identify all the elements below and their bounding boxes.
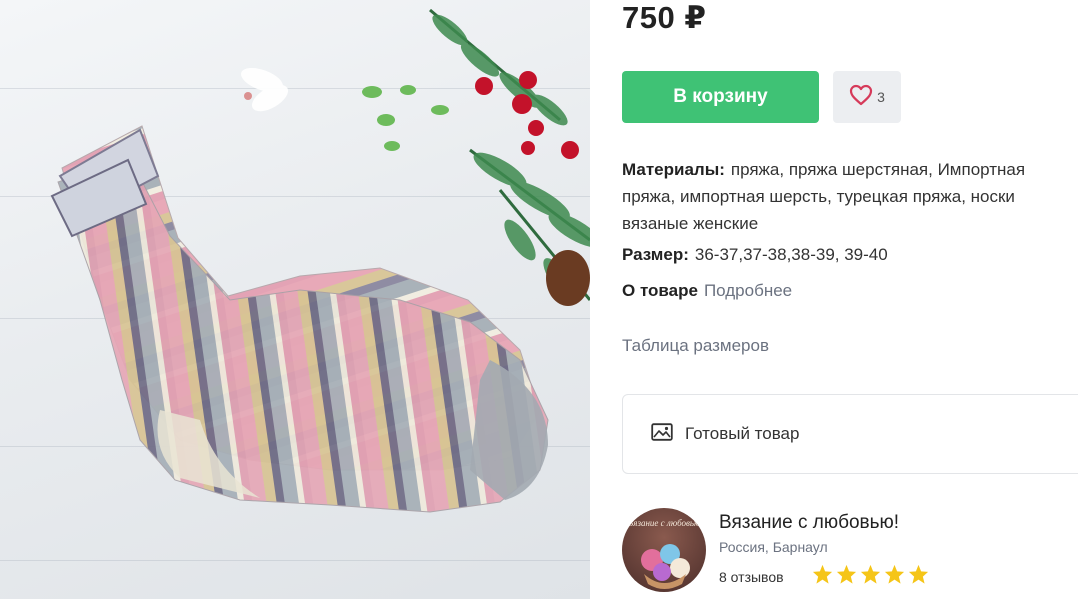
socks-illustration: [50, 8, 590, 513]
star-icon: [884, 564, 905, 584]
avatar-text: Вязание с любовью: [628, 518, 701, 528]
avatar[interactable]: Вязание с любовью: [622, 508, 706, 592]
add-to-cart-button[interactable]: В корзину: [622, 71, 819, 123]
pine-cone: [546, 250, 590, 306]
size-row: Размер: 36-37,37-38,38-39, 39-40: [622, 241, 1078, 268]
star-icon: [860, 564, 881, 584]
favorite-button[interactable]: 3: [833, 71, 901, 123]
product-info: 750 ₽ В корзину 3 Материалы: пряжа, пряжа…: [622, 0, 1078, 599]
star-icon: [812, 564, 833, 584]
ready-product-label: Готовый товар: [685, 424, 800, 443]
size-label: Размер:: [622, 245, 689, 264]
rating-stars: [812, 564, 929, 584]
about-more-link[interactable]: Подробнее: [704, 281, 792, 300]
about-row: О товаре Подробнее: [622, 277, 1078, 304]
seller-card: Вязание с любовью Вязание с любовью! Рос…: [622, 508, 1078, 599]
star-icon: [908, 564, 929, 584]
favorites-count: 3: [877, 89, 885, 105]
size-value: 36-37,37-38,38-39, 39-40: [694, 245, 888, 264]
sock-toe: [470, 360, 548, 500]
ready-product-box: Готовый товар: [622, 394, 1078, 474]
seller-name[interactable]: Вязание с любовью!: [719, 512, 899, 534]
price: 750 ₽: [622, 0, 707, 35]
star-icon: [836, 564, 857, 584]
product-photo[interactable]: [0, 0, 590, 599]
seller-reviews-link[interactable]: 8 отзывов: [719, 569, 784, 585]
about-label: О товаре: [622, 281, 698, 300]
size-table-link[interactable]: Таблица размеров: [622, 336, 769, 356]
materials-row: Материалы: пряжа, пряжа шерстяная, Импорт…: [622, 156, 1078, 237]
image-icon: [651, 422, 673, 446]
seller-location: Россия, Барнаул: [719, 539, 828, 555]
white-flower: [241, 67, 289, 112]
materials-label: Материалы:: [622, 160, 725, 179]
heart-icon: [849, 84, 873, 111]
leaves: [362, 85, 449, 151]
